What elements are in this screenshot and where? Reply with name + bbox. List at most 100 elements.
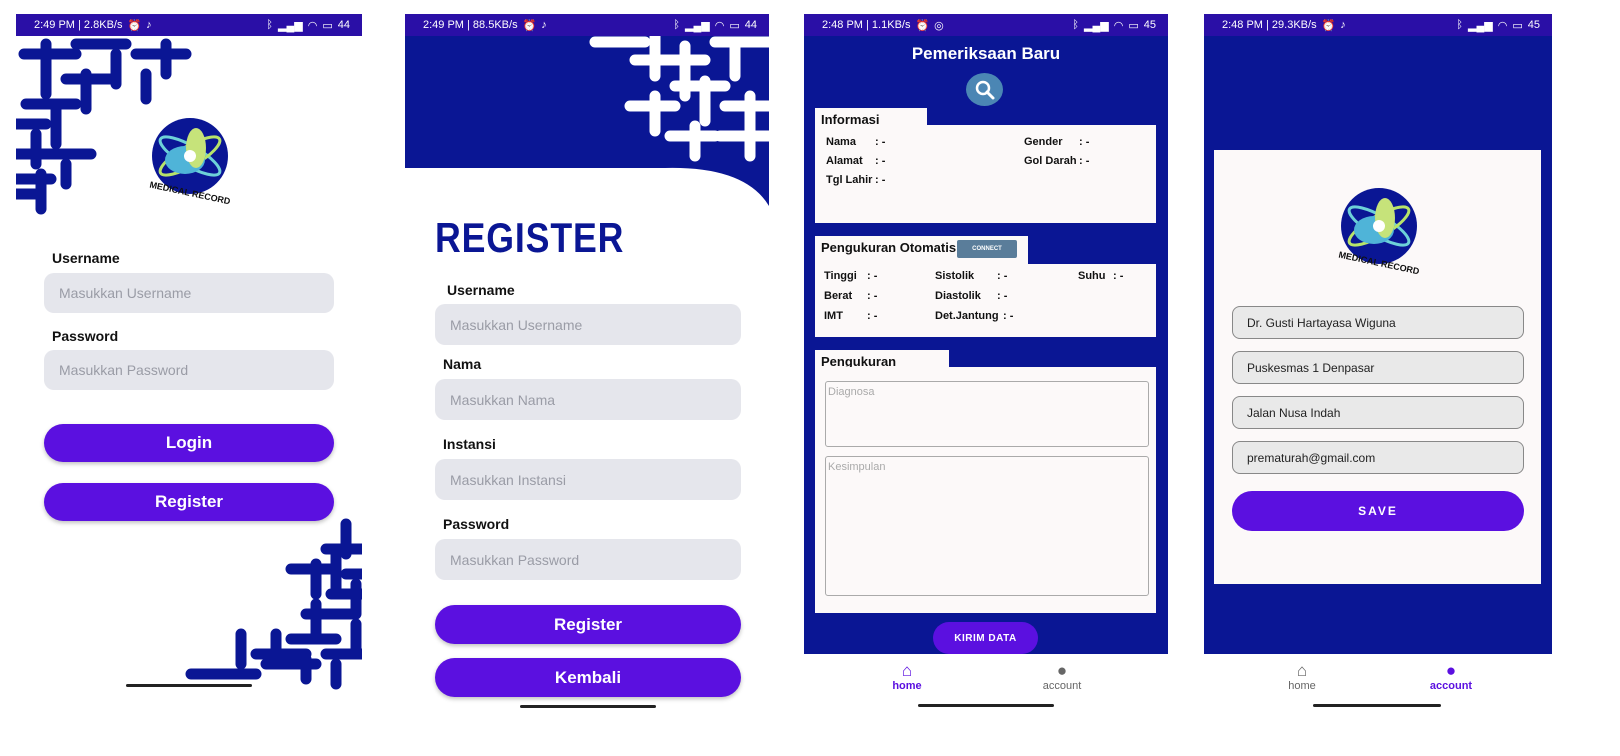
signal-icon: ▂▄▆ xyxy=(685,19,710,32)
exam-screen: 2:48 PM | 1.1KB/s ⏰ ◎ ᛒ ▂▄▆ ◠ ▭ 45 Pemeriksaan… xyxy=(804,14,1168,714)
kirim-data-button[interactable]: KIRIM DATA xyxy=(933,622,1038,654)
home-indicator xyxy=(1313,704,1441,707)
signal-icon: ▂▄▆ xyxy=(1084,19,1109,32)
imt-label: IMT xyxy=(824,310,843,322)
account-icon: ● xyxy=(1056,661,1068,680)
tgl-lahir-value: : - xyxy=(875,174,886,186)
register-screen: 2:49 PM | 88.5KB/s ⏰ ♪ ᛒ ▂▄▆ ◠ ▭ 44 REGISTER U… xyxy=(405,14,769,714)
diastolik-label: Diastolik xyxy=(935,290,981,302)
bluetooth-icon: ᛒ xyxy=(673,19,681,31)
profile-card: MEDICAL RECORD Dr. Gusti Hartayasa Wigun… xyxy=(1214,150,1541,584)
battery-icon: ▭ xyxy=(729,19,740,32)
account-icon: ● xyxy=(1445,661,1457,680)
instansi-input[interactable]: Masukkan Instansi xyxy=(435,459,741,500)
medical-record-logo: MEDICAL RECORD xyxy=(1329,182,1429,282)
battery-icon: ▭ xyxy=(1128,19,1139,32)
status-time: 2:48 PM | 1.1KB/s xyxy=(822,19,911,31)
account-screen: 2:48 PM | 29.3KB/s ⏰ ♪ ᛒ ▂▄▆ ◠ ▭ 45 MEDICAL RE… xyxy=(1204,14,1552,714)
password-input[interactable]: Masukkan Password xyxy=(435,539,741,580)
status-time: 2:49 PM | 88.5KB/s xyxy=(423,19,518,31)
home-indicator xyxy=(520,705,656,708)
page-title: Pemeriksaan Baru xyxy=(911,44,1061,63)
content-area: Pemeriksaan Baru Informasi Pasien Nama :… xyxy=(804,36,1168,654)
username-input[interactable]: Masukkan Username xyxy=(435,304,741,345)
tinggi-label: Tinggi xyxy=(824,270,857,282)
nav-home[interactable]: ⌂ home xyxy=(1262,661,1342,693)
patient-info-card: Nama : - Alamat : - Tgl Lahir : - Gender… xyxy=(815,125,1156,223)
tab-pengukuran-otomatis: Pengukuran Otomatis CONNECT xyxy=(815,236,1028,264)
instansi-field[interactable]: Puskesmas 1 Denpasar xyxy=(1232,351,1524,384)
bluetooth-icon: ᛒ xyxy=(1072,19,1080,31)
search-button[interactable] xyxy=(966,73,1003,106)
nama-value: : - xyxy=(875,136,886,148)
username-input[interactable]: Masukkan Username xyxy=(44,273,334,313)
gender-value: : - xyxy=(1079,136,1090,148)
suhu-value: : - xyxy=(1113,270,1124,282)
email-field[interactable]: prematurah@gmail.com xyxy=(1232,441,1524,474)
status-bar: 2:49 PM | 88.5KB/s ⏰ ♪ ᛒ ▂▄▆ ◠ ▭ 44 xyxy=(405,14,769,36)
wifi-icon: ◠ xyxy=(714,19,725,32)
instagram-icon: ◎ xyxy=(934,19,944,32)
username-label: Username xyxy=(447,282,515,298)
signal-icon: ▂▄▆ xyxy=(1468,19,1493,32)
login-button[interactable]: Login xyxy=(44,424,334,462)
battery-level: 44 xyxy=(744,19,757,31)
status-bar: 2:48 PM | 29.3KB/s ⏰ ♪ ᛒ ▂▄▆ ◠ ▭ 45 xyxy=(1204,14,1552,36)
alarm-icon: ⏰ xyxy=(1321,19,1336,32)
connect-button[interactable]: CONNECT xyxy=(957,240,1017,258)
alarm-icon: ⏰ xyxy=(522,19,537,32)
alamat-value: : - xyxy=(875,155,886,167)
alarm-icon: ⏰ xyxy=(915,19,930,32)
gol-darah-value: : - xyxy=(1079,155,1090,167)
wifi-icon: ◠ xyxy=(1497,19,1508,32)
battery-icon: ▭ xyxy=(1512,19,1523,32)
search-icon xyxy=(975,80,994,99)
login-screen: 2:49 PM | 2.8KB/s ⏰ ♪ ᛒ ▂▄▆ ◠ ▭ 44 MEDICAL REC… xyxy=(16,14,362,704)
wifi-icon: ◠ xyxy=(1113,19,1124,32)
address-field[interactable]: Jalan Nusa Indah xyxy=(1232,396,1524,429)
back-button[interactable]: Kembali xyxy=(435,658,741,697)
content-area: MEDICAL RECORD Dr. Gusti Hartayasa Wigun… xyxy=(1204,36,1552,654)
battery-level: 45 xyxy=(1527,19,1540,31)
register-submit-button[interactable]: Register xyxy=(435,605,741,644)
save-button[interactable]: SAVE xyxy=(1232,491,1524,531)
nav-account[interactable]: ● account xyxy=(1022,661,1102,693)
kesimpulan-textarea[interactable]: Kesimpulan xyxy=(825,456,1149,596)
sistolik-value: : - xyxy=(997,270,1008,282)
diagnosa-textarea[interactable]: Diagnosa xyxy=(825,381,1149,447)
bluetooth-icon: ᛒ xyxy=(1456,19,1464,31)
imt-value: : - xyxy=(867,310,878,322)
det-jantung-value: : - xyxy=(1003,310,1014,322)
password-label: Password xyxy=(443,516,510,532)
gender-label: Gender xyxy=(1024,136,1063,148)
suhu-label: Suhu xyxy=(1078,270,1106,282)
nav-home-label: home xyxy=(892,680,922,692)
tiktok-icon: ♪ xyxy=(541,19,547,31)
nama-label: Nama xyxy=(826,136,856,148)
berat-label: Berat xyxy=(824,290,853,302)
auto-measure-card: Tinggi : - Berat : - IMT : - Sistolik : … xyxy=(815,264,1156,337)
username-label: Username xyxy=(52,250,120,266)
nav-home[interactable]: ⌂ home xyxy=(867,661,947,693)
nav-account-label: account xyxy=(1429,680,1473,692)
name-field[interactable]: Dr. Gusti Hartayasa Wiguna xyxy=(1232,306,1524,339)
sistolik-label: Sistolik xyxy=(935,270,975,282)
nama-input[interactable]: Masukkan Nama xyxy=(435,379,741,420)
home-icon: ⌂ xyxy=(901,661,913,680)
diastolik-value: : - xyxy=(997,290,1008,302)
home-icon: ⌂ xyxy=(1296,661,1308,680)
tinggi-value: : - xyxy=(867,270,878,282)
nav-account[interactable]: ● account xyxy=(1411,661,1491,693)
register-title: REGISTER xyxy=(435,214,625,261)
password-input[interactable]: Masukkan Password xyxy=(44,350,334,390)
tgl-lahir-label: Tgl Lahir xyxy=(826,174,873,186)
pengukuran-otomatis-label: Pengukuran Otomatis xyxy=(821,240,957,255)
home-indicator xyxy=(126,684,252,687)
nav-home-label: home xyxy=(1288,680,1316,692)
nav-account-label: account xyxy=(1042,680,1082,692)
nama-label: Nama xyxy=(443,356,482,372)
status-bar: 2:48 PM | 1.1KB/s ⏰ ◎ ᛒ ▂▄▆ ◠ ▭ 45 xyxy=(804,14,1168,36)
header-wave xyxy=(405,36,769,206)
tiktok-icon: ♪ xyxy=(1340,19,1346,31)
register-button[interactable]: Register xyxy=(44,483,334,521)
